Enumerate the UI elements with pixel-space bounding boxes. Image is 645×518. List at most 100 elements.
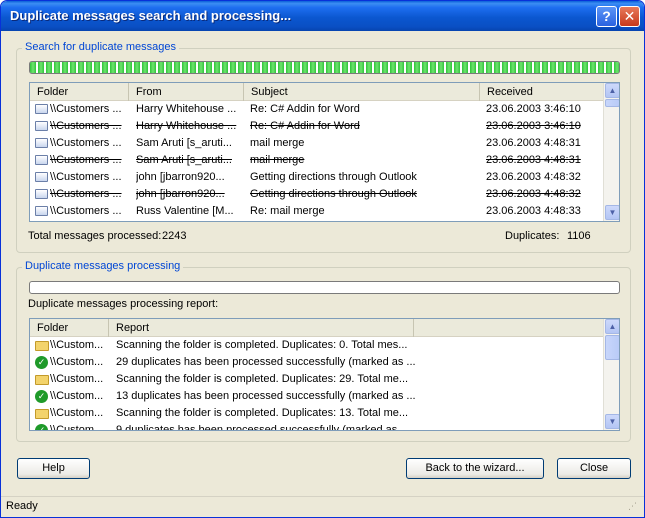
envelope-icon bbox=[35, 138, 48, 148]
cell-from: Harry Whitehouse ... bbox=[136, 120, 237, 132]
cell-received: 23.06.2003 4:48:32 bbox=[486, 188, 581, 200]
report-scroll-thumb[interactable] bbox=[605, 335, 619, 360]
cell-folder: \\Customers ... bbox=[50, 120, 122, 132]
list-item[interactable]: \\Custom... Scanning the folder is comple… bbox=[30, 371, 603, 388]
column-header-report[interactable]: Report bbox=[109, 319, 414, 337]
envelope-icon bbox=[35, 155, 48, 165]
table-row[interactable]: \\Customers ... john [jbarron920... Gettin… bbox=[30, 169, 603, 186]
cell-subject: Getting directions through Outlook bbox=[250, 188, 417, 200]
search-progress-fill bbox=[30, 62, 619, 73]
cell-received: 23.06.2003 3:46:10 bbox=[486, 103, 581, 115]
cell-from: john [jbarron920... bbox=[136, 188, 225, 200]
cell-from: Sam Aruti [s_aruti... bbox=[136, 154, 232, 166]
search-group: Search for duplicate messages Folder Fro… bbox=[16, 41, 631, 253]
list-item[interactable]: \\Custom... Scanning the folder is comple… bbox=[30, 405, 603, 422]
cell-folder: \\Customers ... bbox=[50, 137, 122, 149]
cell-subject: Re: C# Addin for Word bbox=[250, 120, 360, 132]
cell-report-folder: \\Custom... bbox=[50, 424, 104, 431]
folder-icon bbox=[35, 341, 49, 351]
cell-report-text: 29 duplicates has been processed success… bbox=[116, 356, 416, 368]
column-header-subject[interactable]: Subject bbox=[244, 83, 480, 101]
cell-report-folder: \\Custom... bbox=[50, 407, 104, 419]
folder-icon bbox=[35, 409, 49, 419]
processing-progress-bar bbox=[29, 281, 620, 294]
envelope-icon bbox=[35, 189, 48, 199]
close-title-button[interactable]: ✕ bbox=[619, 6, 640, 27]
list-item[interactable]: ✓ \\Custom... 9 duplicates has been proces… bbox=[30, 422, 603, 431]
column-header-report-folder[interactable]: Folder bbox=[30, 319, 109, 337]
duplicates-list[interactable]: Folder From Subject Received \\Customers… bbox=[29, 82, 620, 222]
cell-received: 23.06.2003 4:48:31 bbox=[486, 154, 581, 166]
report-scroll-up-button[interactable]: ▲ bbox=[605, 319, 619, 334]
cell-report-text: Scanning the folder is completed. Duplic… bbox=[116, 373, 409, 385]
cell-report-folder: \\Custom... bbox=[50, 339, 104, 351]
cell-report-folder: \\Custom... bbox=[50, 390, 104, 402]
envelope-icon bbox=[35, 206, 48, 216]
table-row[interactable]: \\Customers ... Russ Valentine [M... Re: m… bbox=[30, 203, 603, 220]
column-header-received[interactable]: Received bbox=[480, 83, 604, 101]
status-text: Ready bbox=[6, 500, 38, 512]
envelope-icon bbox=[35, 104, 48, 114]
resize-grip-icon[interactable]: ⋰ bbox=[628, 501, 637, 512]
table-row[interactable]: \\Customers ... Harry Whitehouse ... Re: C… bbox=[30, 118, 603, 135]
duplicates-label: Duplicates: bbox=[505, 230, 560, 242]
cell-report-folder: \\Custom... bbox=[50, 373, 104, 385]
table-row[interactable]: \\Customers ... Sam Aruti [s_aruti... mail… bbox=[30, 152, 603, 169]
cell-received: 23.06.2003 4:48:31 bbox=[486, 137, 581, 149]
total-messages-label: Total messages processed: bbox=[28, 230, 162, 242]
column-header-folder[interactable]: Folder bbox=[30, 83, 129, 101]
list-item[interactable]: ✓ \\Custom... 13 duplicates has been proce… bbox=[30, 388, 603, 405]
list-item[interactable]: \\Custom... Scanning the folder is comple… bbox=[30, 337, 603, 354]
processing-report-scrollbar[interactable]: ▲ ▼ bbox=[603, 319, 619, 430]
scroll-down-button[interactable]: ▼ bbox=[605, 205, 619, 220]
report-scroll-down-button[interactable]: ▼ bbox=[605, 414, 619, 429]
title-bar[interactable]: Duplicate messages search and processing… bbox=[1, 1, 644, 31]
envelope-icon bbox=[35, 172, 48, 182]
cell-report-text: 13 duplicates has been processed success… bbox=[116, 390, 416, 402]
list-item[interactable]: ✓ \\Custom... 29 duplicates has been proce… bbox=[30, 354, 603, 371]
scroll-up-button[interactable]: ▲ bbox=[605, 83, 619, 98]
cell-folder: \\Customers ... bbox=[50, 205, 122, 217]
help-button[interactable]: Help bbox=[17, 458, 90, 479]
table-row[interactable]: \\Customers ... john [jbarron920... Gettin… bbox=[30, 186, 603, 203]
status-bar: Ready ⋰ bbox=[1, 496, 644, 517]
processing-group-legend: Duplicate messages processing bbox=[22, 260, 184, 272]
cell-report-folder: \\Custom... bbox=[50, 356, 104, 368]
duplicates-list-scrollbar[interactable]: ▲ ▼ bbox=[603, 83, 619, 221]
processing-report-label: Duplicate messages processing report: bbox=[28, 298, 219, 310]
cell-from: Sam Aruti [s_aruti... bbox=[136, 137, 232, 149]
processing-report-list[interactable]: Folder Report \\Custom... Scanning the fo… bbox=[29, 318, 620, 431]
processing-report-header: Folder Report bbox=[30, 319, 604, 337]
cell-from: Russ Valentine [M... bbox=[136, 205, 234, 217]
cell-subject: Re: C# Addin for Word bbox=[250, 103, 360, 115]
dialog-window: Duplicate messages search and processing… bbox=[0, 0, 645, 518]
cell-from: Harry Whitehouse ... bbox=[136, 103, 237, 115]
check-icon: ✓ bbox=[35, 356, 48, 369]
column-header-from[interactable]: From bbox=[129, 83, 244, 101]
back-to-wizard-button[interactable]: Back to the wizard... bbox=[406, 458, 544, 479]
cell-report-text: 9 duplicates has been processed successf… bbox=[116, 424, 410, 431]
processing-group: Duplicate messages processing Duplicate … bbox=[16, 260, 631, 442]
check-icon: ✓ bbox=[35, 390, 48, 403]
help-title-button[interactable]: ? bbox=[596, 6, 617, 27]
table-row[interactable]: \\Customers ... Sam Aruti [s_aruti... mail… bbox=[30, 135, 603, 152]
close-button[interactable]: Close bbox=[557, 458, 631, 479]
search-progress-bar bbox=[29, 61, 620, 74]
scroll-thumb[interactable] bbox=[605, 99, 619, 107]
cell-folder: \\Customers ... bbox=[50, 188, 122, 200]
cell-folder: \\Customers ... bbox=[50, 103, 122, 115]
duplicates-list-header: Folder From Subject Received bbox=[30, 83, 604, 101]
search-group-legend: Search for duplicate messages bbox=[22, 41, 180, 53]
cell-subject: Getting directions through Outlook bbox=[250, 171, 417, 183]
cell-report-text: Scanning the folder is completed. Duplic… bbox=[116, 407, 409, 419]
cell-report-text: Scanning the folder is completed. Duplic… bbox=[116, 339, 408, 351]
cell-received: 23.06.2003 4:48:32 bbox=[486, 171, 581, 183]
cell-subject: mail merge bbox=[250, 137, 305, 149]
envelope-icon bbox=[35, 121, 48, 131]
table-row[interactable]: \\Customers ... Harry Whitehouse ... Re: C… bbox=[30, 101, 603, 118]
check-icon: ✓ bbox=[35, 424, 48, 430]
cell-folder: \\Customers ... bbox=[50, 171, 122, 183]
total-messages-value: 2243 bbox=[162, 230, 187, 242]
folder-icon bbox=[35, 375, 49, 385]
cell-from: john [jbarron920... bbox=[136, 171, 225, 183]
